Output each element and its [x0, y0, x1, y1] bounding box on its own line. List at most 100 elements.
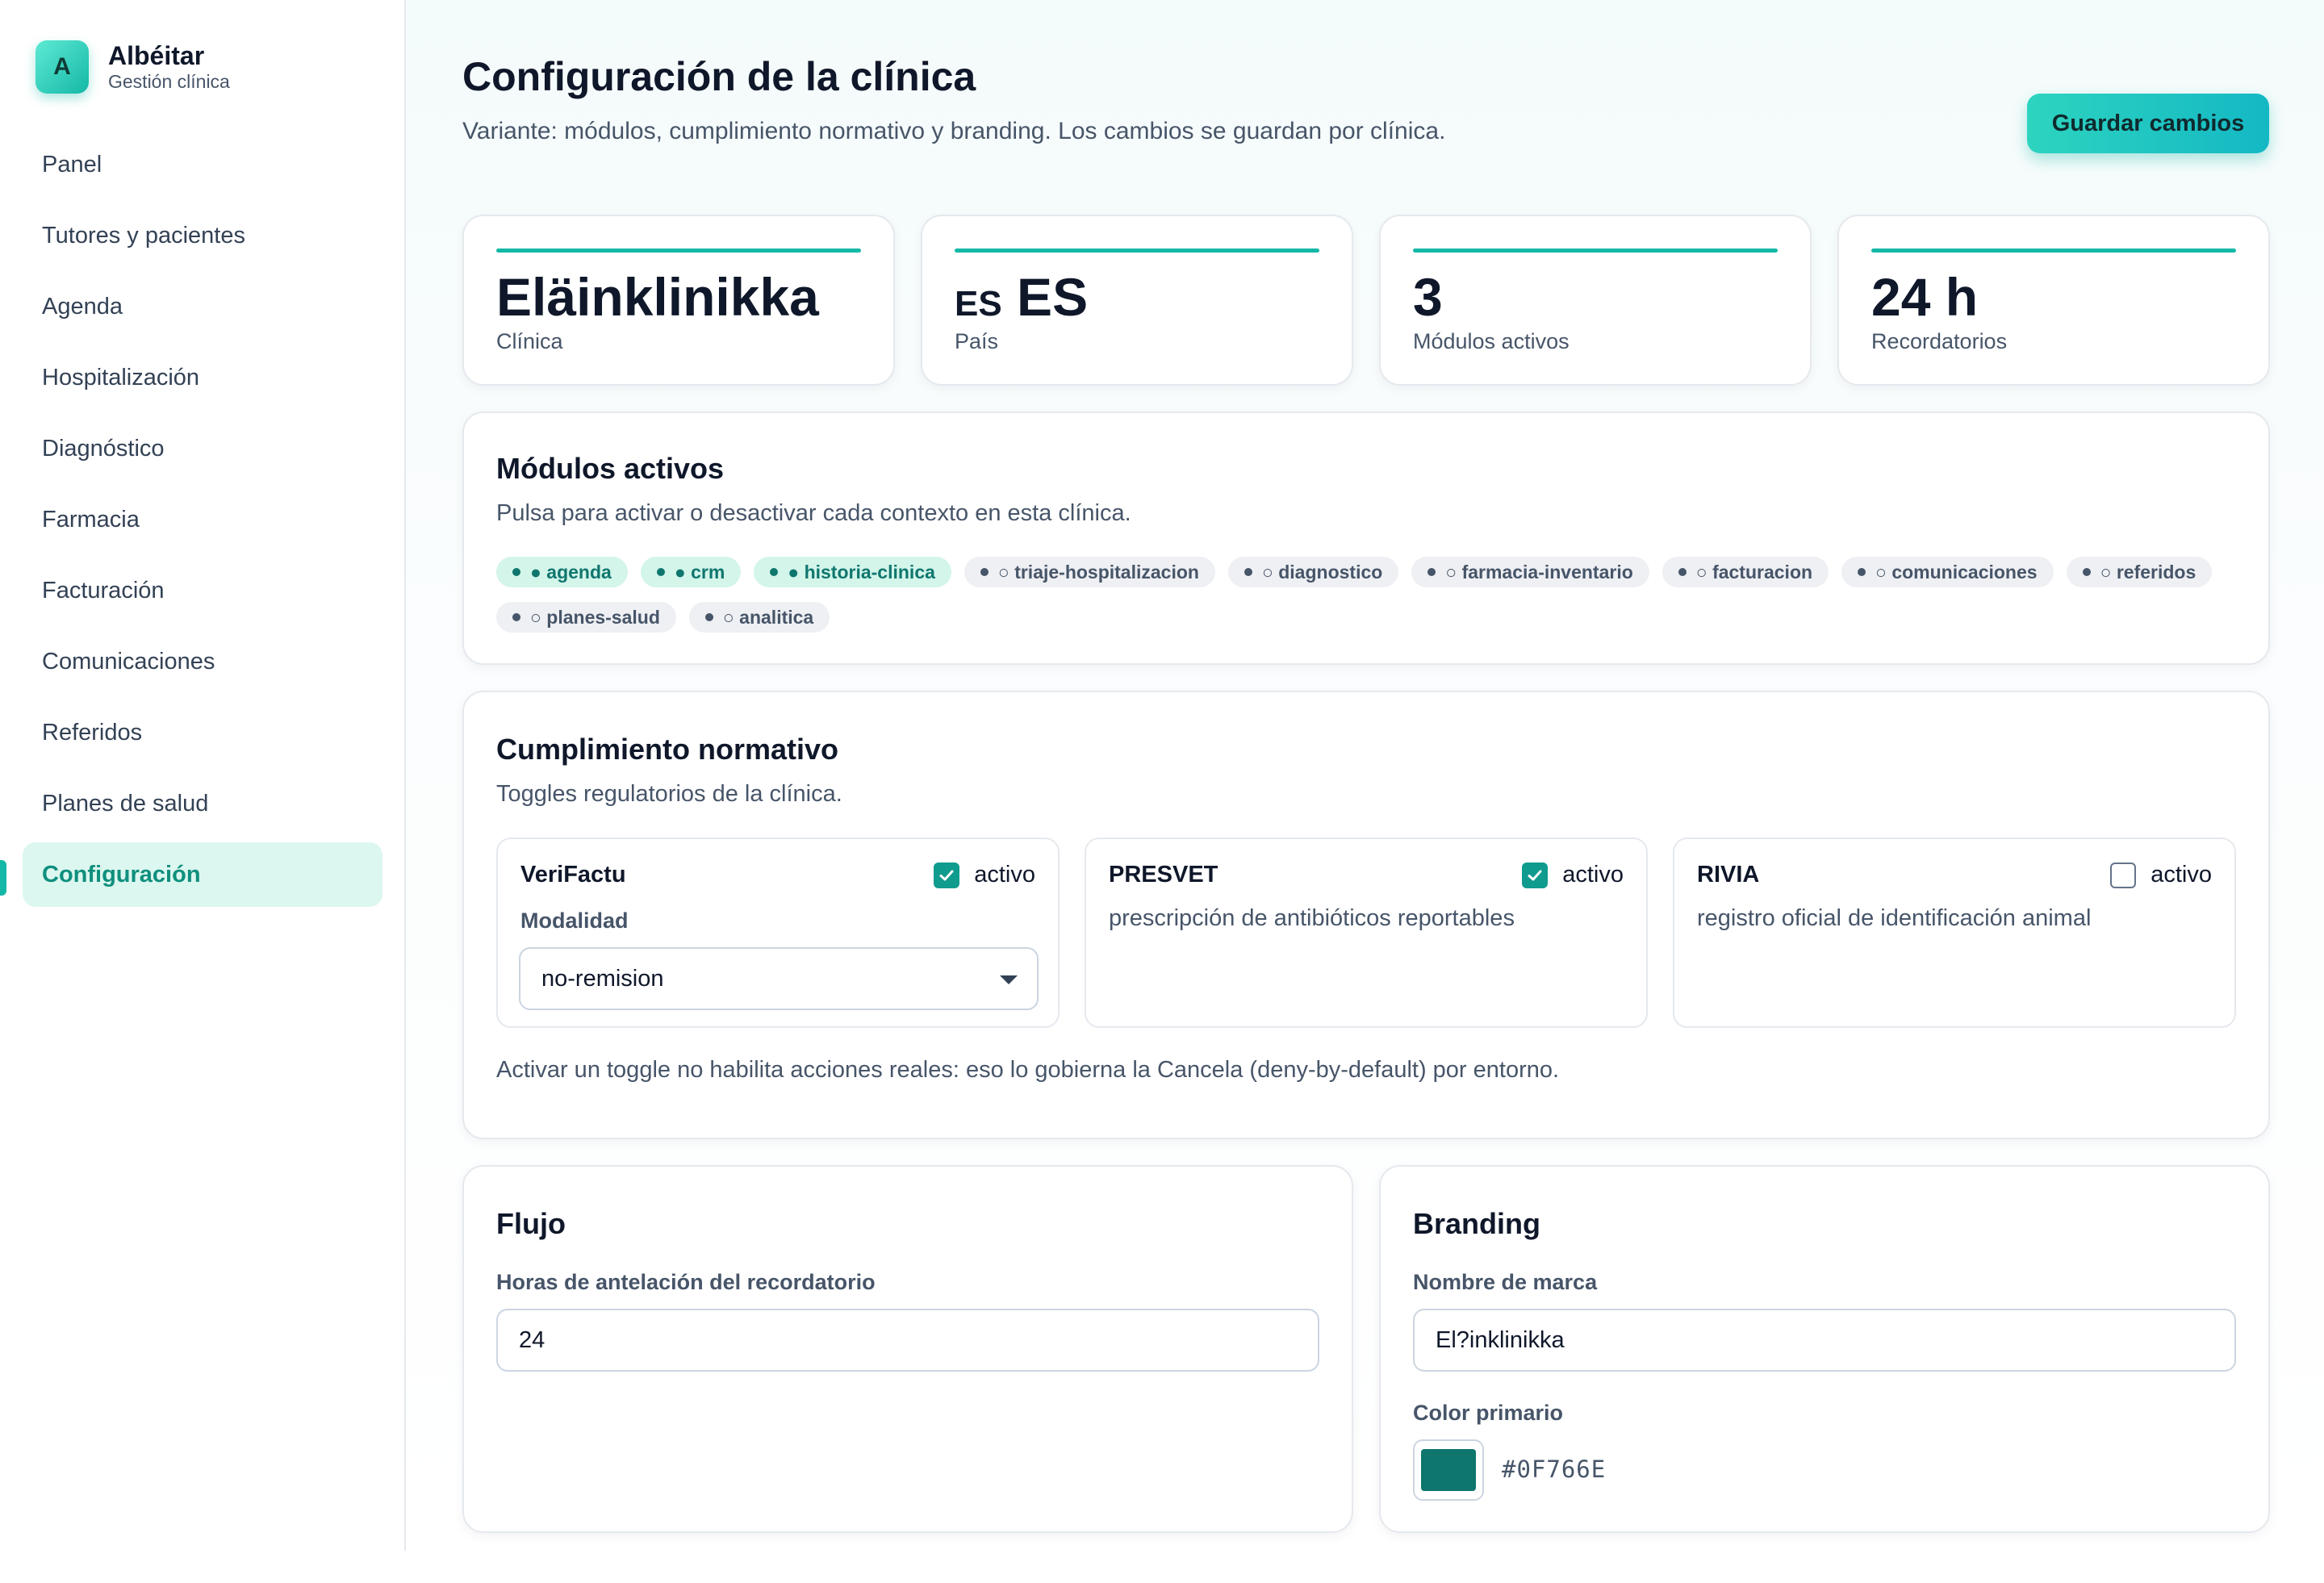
status-dot-icon — [1244, 568, 1252, 576]
compliance-rivia: RIVIA activo registro oficial de identif… — [1673, 837, 2236, 1028]
sidebar-item-diagnostico[interactable]: Diagnóstico — [23, 416, 382, 481]
main-content: Configuración de la clínica Variante: mó… — [406, 0, 2324, 1551]
chip-label: ○ diagnostico — [1261, 561, 1383, 583]
compliance-desc: registro oficial de identificación anima… — [1697, 905, 2092, 931]
modalidad-select[interactable]: no-remision — [519, 947, 1039, 1010]
module-chip-diagnostico[interactable]: ○ diagnostico — [1227, 557, 1399, 587]
color-picker[interactable] — [1413, 1439, 1484, 1501]
module-chip-triaje-hospitalizacion[interactable]: ○ triaje-hospitalizacion — [963, 557, 1215, 587]
chip-label: ○ comunicaciones — [1875, 561, 2038, 583]
status-dot-icon — [2082, 568, 2091, 576]
page-title: Configuración de la clínica — [462, 54, 976, 99]
sidebar-item-panel[interactable]: Panel — [23, 132, 382, 197]
status-dot-icon — [512, 568, 520, 576]
status-dot-icon — [1427, 568, 1436, 576]
sidebar-item-comunicaciones[interactable]: Comunicaciones — [23, 629, 382, 694]
chip-label: ○ analitica — [722, 606, 814, 628]
sidebar-item-planes-salud[interactable]: Planes de salud — [23, 771, 382, 836]
sidebar-item-hospitalizacion[interactable]: Hospitalización — [23, 345, 382, 410]
chip-label: ● historia-clinica — [788, 561, 935, 583]
status-dot-icon — [704, 613, 713, 621]
sidebar-item-facturacion[interactable]: Facturación — [23, 558, 382, 623]
rivia-toggle[interactable]: activo — [2110, 862, 2212, 888]
compliance-card: Cumplimiento normativo Toggles regulator… — [462, 691, 2270, 1139]
status-dot-icon — [656, 568, 665, 576]
module-chip-facturacion[interactable]: ○ facturacion — [1661, 557, 1829, 587]
stat-card-pais: ES ES País — [921, 215, 1353, 386]
stat-card-recordatorios: 24 h Recordatorios — [1837, 215, 2270, 386]
reminder-hours-input[interactable]: 24 — [496, 1309, 1319, 1372]
stat-card-modulos: 3 Módulos activos — [1379, 215, 1812, 386]
chip-label: ○ planes-salud — [530, 606, 660, 628]
module-chip-farmacia-inventario[interactable]: ○ farmacia-inventario — [1411, 557, 1649, 587]
checkbox-checked-icon[interactable] — [934, 862, 960, 888]
toggle-label: activo — [1562, 862, 1624, 888]
status-dot-icon — [980, 568, 989, 576]
brand-name-label: Nombre de marca — [1413, 1270, 1598, 1294]
compliance-description: Toggles regulatorios de la clínica. — [496, 781, 842, 807]
compliance-name: RIVIA — [1697, 862, 1760, 888]
compliance-note: Activar un toggle no habilita acciones r… — [496, 1057, 1560, 1083]
module-chip-comunicaciones[interactable]: ○ comunicaciones — [1841, 557, 2054, 587]
module-chips: ● agenda ● crm ● historia-clinica ○ tria… — [496, 557, 2255, 633]
status-dot-icon — [1858, 568, 1866, 576]
compliance-desc: prescripción de antibióticos reportables — [1109, 905, 1515, 931]
toggle-label: activo — [974, 862, 1035, 888]
modules-title: Módulos activos — [496, 452, 725, 485]
stat-accent-bar — [955, 249, 1319, 253]
checkbox-unchecked-icon[interactable] — [2110, 862, 2137, 888]
reminder-label: Horas de antelación del recordatorio — [496, 1270, 876, 1294]
input-value: El?inklinikka — [1436, 1326, 1565, 1353]
flow-title: Flujo — [496, 1207, 566, 1240]
brand-subtitle: Gestión clínica — [108, 71, 230, 92]
chevron-down-icon — [1000, 975, 1018, 984]
brand-logo: A — [36, 40, 89, 94]
modules-card: Módulos activos Pulsa para activar o des… — [462, 411, 2270, 665]
module-chip-historia-clinica[interactable]: ● historia-clinica — [754, 557, 951, 587]
chip-label: ○ referidos — [2100, 561, 2197, 583]
module-chip-planes-salud[interactable]: ○ planes-salud — [496, 602, 676, 633]
module-chip-agenda[interactable]: ● agenda — [496, 557, 628, 587]
save-button[interactable]: Guardar cambios — [2027, 94, 2269, 153]
stat-card-clinica: Eläinklinikka Clínica — [462, 215, 895, 386]
stat-value: 3 — [1413, 267, 1443, 327]
sidebar-nav: Panel Tutores y pacientes Agenda Hospita… — [23, 132, 382, 913]
chip-label: ○ facturacion — [1695, 561, 1813, 583]
toggle-label: activo — [2151, 862, 2212, 888]
sidebar-item-referidos[interactable]: Referidos — [23, 700, 382, 765]
country-code: ES — [1017, 267, 1089, 327]
stat-label: Módulos activos — [1413, 329, 1570, 353]
module-chip-analitica[interactable]: ○ analitica — [688, 602, 830, 633]
module-chip-crm[interactable]: ● crm — [640, 557, 742, 587]
input-value: 24 — [519, 1326, 545, 1353]
stat-value: ES ES — [955, 266, 1088, 328]
checkbox-checked-icon[interactable] — [1522, 862, 1549, 888]
brand[interactable]: A Albéitar Gestión clínica — [36, 40, 230, 94]
stat-accent-bar — [1413, 249, 1778, 253]
sidebar-item-farmacia[interactable]: Farmacia — [23, 487, 382, 552]
compliance-verifactu: VeriFactu activo Modalidad no-remision — [496, 837, 1060, 1028]
module-chip-referidos[interactable]: ○ referidos — [2066, 557, 2213, 587]
chip-label: ○ farmacia-inventario — [1445, 561, 1633, 583]
compliance-name: PRESVET — [1109, 862, 1218, 888]
color-hex-value: #0F766E — [1502, 1456, 1607, 1483]
sidebar-item-agenda[interactable]: Agenda — [23, 274, 382, 339]
stat-label: Clínica — [496, 329, 563, 353]
branding-card: Branding Nombre de marca El?inklinikka C… — [1379, 1165, 2270, 1533]
verifactu-toggle[interactable]: activo — [934, 862, 1035, 888]
sidebar-item-configuracion[interactable]: Configuración — [23, 842, 382, 907]
modules-description: Pulsa para activar o desactivar cada con… — [496, 500, 1131, 526]
branding-title: Branding — [1413, 1207, 1540, 1240]
color-swatch — [1421, 1449, 1476, 1491]
chip-label: ● crm — [674, 561, 725, 583]
sidebar-item-tutores-pacientes[interactable]: Tutores y pacientes — [23, 203, 382, 268]
page-subtitle: Variante: módulos, cumplimiento normativ… — [462, 118, 1446, 144]
brand-name-input[interactable]: El?inklinikka — [1413, 1309, 2236, 1372]
stat-label: Recordatorios — [1871, 329, 2008, 353]
brand-name: Albéitar — [108, 41, 205, 70]
stat-accent-bar — [496, 249, 861, 253]
presvet-toggle[interactable]: activo — [1522, 862, 1624, 888]
chip-label: ● agenda — [530, 561, 612, 583]
compliance-title: Cumplimiento normativo — [496, 733, 839, 766]
flow-card: Flujo Horas de antelación del recordator… — [462, 1165, 1353, 1533]
